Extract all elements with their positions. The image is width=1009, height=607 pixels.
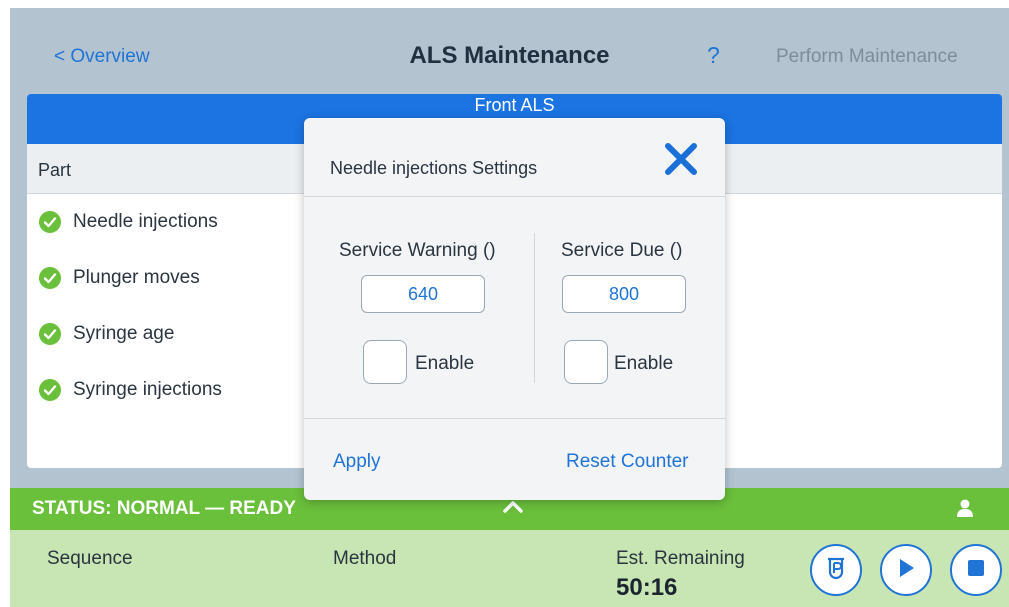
status-text: STATUS: NORMAL — READY: [32, 498, 296, 519]
part-label: Syringe injections: [73, 379, 222, 400]
help-icon[interactable]: ?: [707, 42, 720, 69]
part-label: Needle injections: [73, 211, 218, 232]
panel-header-label: Front ALS: [474, 95, 555, 115]
check-circle-icon: [39, 323, 61, 345]
sequence-label: Sequence: [47, 548, 133, 569]
apply-button[interactable]: Apply: [333, 451, 381, 473]
needle-injections-settings-dialog: Needle injections Settings Service Warni…: [304, 118, 725, 500]
divider: [304, 196, 725, 197]
service-due-enable-checkbox[interactable]: [564, 340, 608, 384]
check-circle-icon: [39, 267, 61, 289]
perform-maintenance-button[interactable]: Perform Maintenance: [776, 46, 958, 68]
service-warning-label: Service Warning (): [339, 240, 496, 261]
top-bar: < Overview ALS Maintenance ? Perform Mai…: [10, 8, 1009, 100]
service-warning-enable-checkbox[interactable]: [363, 340, 407, 384]
stop-icon: [967, 559, 985, 582]
part-label: Syringe age: [73, 323, 175, 344]
service-warning-input[interactable]: [361, 275, 485, 313]
dialog-title: Needle injections Settings: [330, 158, 538, 178]
service-due-enable-label: Enable: [614, 353, 674, 374]
part-label: Plunger moves: [73, 267, 200, 288]
divider: [304, 418, 725, 419]
vial-icon: [823, 555, 849, 586]
close-icon[interactable]: [662, 140, 700, 183]
divider: [534, 233, 535, 383]
est-remaining-label: Est. Remaining: [616, 548, 745, 569]
service-warning-enable-label: Enable: [415, 353, 475, 374]
chevron-up-icon[interactable]: [502, 498, 524, 519]
stop-button[interactable]: [950, 544, 1002, 596]
method-label: Method: [333, 548, 397, 569]
play-icon: [896, 557, 916, 584]
service-due-label: Service Due (): [561, 240, 683, 261]
reset-counter-button[interactable]: Reset Counter: [566, 451, 689, 473]
run-footer: Sequence Method Est. Remaining 50:16: [10, 530, 1009, 607]
als-maintenance-screen: < Overview ALS Maintenance ? Perform Mai…: [10, 8, 1009, 607]
check-circle-icon: [39, 211, 61, 233]
vial-button[interactable]: [810, 544, 862, 596]
est-remaining-value: 50:16: [616, 574, 678, 601]
service-due-input[interactable]: [562, 275, 686, 313]
user-icon[interactable]: [956, 498, 974, 523]
play-button[interactable]: [880, 544, 932, 596]
check-circle-icon: [39, 379, 61, 401]
